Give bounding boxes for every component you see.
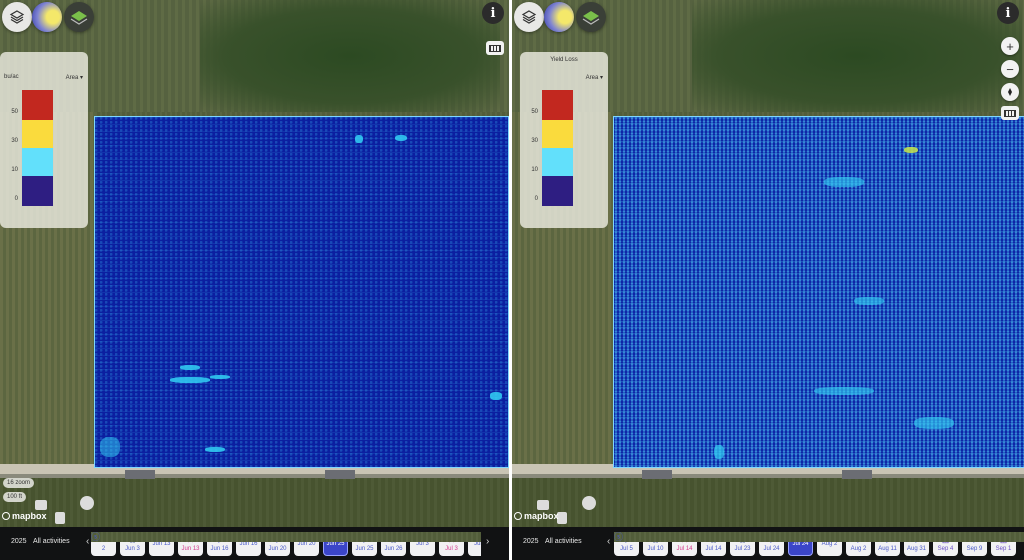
timeline-chip-label: Sep 1: [995, 546, 1012, 552]
layers-icon: [521, 10, 537, 24]
info-icon: i: [490, 5, 496, 21]
sat-icon: ⓢ: [614, 532, 1024, 542]
legend-tick: 0: [14, 196, 18, 202]
grain-bin: [80, 496, 94, 510]
timeline-chip-label: Jun 13: [181, 546, 200, 552]
legend-title: Yield Loss: [550, 57, 578, 63]
legend-panel: Yield Loss Area ▾ 50 30 10 0: [520, 52, 608, 228]
timeline-chip-label: Jul 5: [620, 546, 633, 552]
legend-tick: 50: [531, 109, 538, 115]
legend-tick: 10: [11, 167, 18, 173]
yield-loss-overlay[interactable]: [613, 116, 1024, 468]
timeline-chip-label: Jun 20: [268, 546, 287, 552]
timeline-chip-label: 2: [101, 546, 106, 552]
info-button[interactable]: i: [997, 2, 1019, 24]
timeline-chip-label: Jun 3: [125, 546, 140, 552]
timeline-chip-sat[interactable]: ⓢJul 5: [91, 532, 481, 556]
layers-button[interactable]: [514, 2, 544, 32]
legend-tick: 30: [11, 138, 18, 144]
timeline-year[interactable]: 2025: [523, 538, 539, 545]
timeline-prev-button[interactable]: ‹: [607, 536, 610, 547]
zoom-out-button[interactable]: −: [1001, 60, 1019, 78]
right-map-pane[interactable]: i + − Yield Loss Area ▾ 50 30 10 0 mapbo…: [512, 0, 1024, 560]
legend-swatch-indigo: [22, 176, 53, 206]
mapbox-icon: [2, 512, 10, 520]
legend-area-dropdown[interactable]: Area ▾: [66, 74, 83, 81]
timeline-chip-label: Jul 3: [445, 546, 458, 552]
legend-tick: 50: [11, 109, 18, 115]
basemap-icon: [582, 11, 600, 25]
yield-overlay[interactable]: [94, 116, 509, 468]
zoom-level-label: 16 zoom: [3, 478, 35, 488]
legend-swatch-yellow: [22, 120, 53, 148]
timeline-chip-label: Jul 23: [734, 546, 751, 552]
timeline-chip-label: Jul 14: [705, 546, 722, 552]
grain-bin: [582, 496, 596, 510]
legend-swatch-red: [22, 90, 53, 120]
measure-button[interactable]: [486, 41, 504, 55]
sat-icon: ⓢ: [91, 532, 481, 542]
farm-building: [55, 512, 65, 524]
timeline-chips: ✈Jul 5⩓Jul 10✕Jul 14⩓Jul 14⩓Jul 23✈Jul 2…: [614, 532, 1024, 556]
legend-swatch-cyan: [542, 148, 573, 176]
measure-button[interactable]: [1001, 106, 1019, 120]
zoom-in-button[interactable]: +: [1001, 37, 1019, 55]
legend-panel: bu/ac Area ▾ 50 30 10 0: [0, 52, 88, 228]
mapbox-icon: [514, 512, 522, 520]
timeline-year[interactable]: 2025: [11, 538, 27, 545]
activity-timeline: 2025 All activities ‹ 2⩓Jun 3ⓢJun 13✕Jun…: [0, 527, 509, 560]
legend-tick: 30: [531, 138, 538, 144]
timeline-chip-label: Jun 16: [210, 546, 229, 552]
legend-swatch-red: [542, 90, 573, 120]
farm-building: [35, 500, 47, 510]
legend-swatch-indigo: [542, 176, 573, 206]
timeline-chip-label: Jul 10: [647, 546, 664, 552]
legend-tick: 10: [531, 167, 538, 173]
timeline-chip-label: Sep 4: [937, 546, 954, 552]
layers-icon: [9, 10, 25, 24]
activity-filter[interactable]: All activities: [545, 538, 582, 545]
color-scheme-button[interactable]: [544, 2, 574, 32]
timeline-prev-button[interactable]: ‹: [86, 536, 89, 547]
timeline-chip-label: Aug 11: [878, 546, 897, 552]
activity-timeline: 2025 All activities ‹ ✈Jul 5⩓Jul 10✕Jul …: [512, 527, 1024, 560]
mapbox-logo[interactable]: mapbox: [514, 511, 559, 521]
mapbox-logo[interactable]: mapbox: [2, 511, 47, 521]
timeline-chip-label: Jul 14: [676, 546, 693, 552]
timeline-next-button[interactable]: ›: [486, 536, 489, 547]
timeline-chips: 2⩓Jun 3ⓢJun 13✕Jun 13✈Jun 16ⓢJun 16✈Jun …: [91, 532, 481, 556]
legend-area-dropdown[interactable]: Area ▾: [586, 74, 603, 81]
activity-filter[interactable]: All activities: [33, 538, 70, 545]
color-scheme-button[interactable]: [32, 2, 62, 32]
left-map-pane[interactable]: i bu/ac Area ▾ 50 30 10 0 16 zoom 100 ft…: [0, 0, 509, 560]
timeline-chip-label: Jul 24: [763, 546, 780, 552]
timeline-chip-label: Sep 9: [966, 546, 983, 552]
basemap-icon: [70, 11, 88, 25]
info-icon: i: [1005, 5, 1011, 21]
farm-building: [537, 500, 549, 510]
info-button[interactable]: i: [482, 2, 504, 24]
compass-icon: [1008, 88, 1012, 96]
timeline-chip-label: Aug 31: [906, 546, 927, 552]
legend-swatch-cyan: [22, 148, 53, 176]
compass-button[interactable]: [1001, 83, 1019, 101]
timeline-chip-label: Jun 26: [384, 546, 403, 552]
ruler-icon: [1004, 109, 1016, 117]
legend-tick: 0: [534, 196, 538, 202]
legend-swatch-yellow: [542, 120, 573, 148]
timeline-chip-label: Aug 2: [850, 546, 867, 552]
timeline-chip-label: Jun 25: [355, 546, 374, 552]
scale-bar: 100 ft: [3, 492, 27, 502]
timeline-chip-sat[interactable]: ⓢ Aug 2: [614, 532, 1024, 556]
basemap-button[interactable]: [576, 2, 606, 32]
layers-button[interactable]: [2, 2, 32, 32]
basemap-button[interactable]: [64, 2, 94, 32]
ruler-icon: [489, 44, 501, 52]
legend-unit: bu/ac: [4, 74, 19, 80]
